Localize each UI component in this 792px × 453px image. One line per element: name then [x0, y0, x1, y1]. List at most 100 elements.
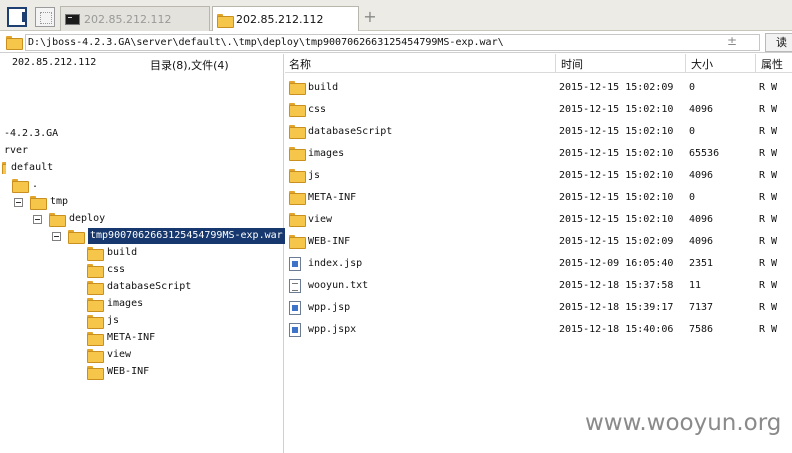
file-size: 7137 [689, 302, 714, 313]
file-attr: R W [759, 170, 778, 181]
file-name: WEB-INF [308, 236, 351, 247]
folder-icon [289, 213, 306, 227]
tree-node-server[interactable]: rver [4, 143, 28, 159]
file-size: 7586 [689, 324, 714, 335]
file-time: 2015-12-09 16:05:40 [559, 258, 674, 269]
tree-node-child[interactable]: view [87, 347, 131, 363]
tab-terminal[interactable]: 202.85.212.112 [60, 6, 210, 31]
tree-node-label: default [11, 162, 54, 173]
folder-icon [87, 315, 104, 329]
tab-terminal-label: 202.85.212.112 [84, 12, 172, 26]
file-name: wooyun.txt [308, 280, 369, 291]
file-name: databaseScript [308, 126, 393, 137]
file-row[interactable]: images 2015-12-15 15:02:10 65536 R W [285, 143, 792, 165]
file-size: 65536 [689, 148, 720, 159]
file-row[interactable]: wooyun.txt 2015-12-18 15:37:58 11 R W [285, 275, 792, 297]
tree-node-child[interactable]: css [87, 262, 125, 278]
tree-node-label: deploy [69, 213, 106, 224]
add-tab-button[interactable]: + [362, 8, 378, 26]
file-row[interactable]: META-INF 2015-12-15 15:02:10 0 R W [285, 187, 792, 209]
file-row[interactable]: build 2015-12-15 15:02:09 0 R W [285, 77, 792, 99]
tree-node-tmp[interactable]: tmp [14, 194, 68, 210]
file-size: 4096 [689, 170, 714, 181]
file-size: 0 [689, 126, 696, 137]
tree-node-dot[interactable]: . [12, 177, 38, 193]
file-attr: R W [759, 258, 778, 269]
text-file-icon [289, 279, 301, 293]
collapse-icon[interactable] [14, 197, 23, 207]
tree-node-label: -4.2.3.GA [4, 128, 59, 139]
tree-node-child[interactable]: images [87, 296, 143, 312]
folder-icon [289, 147, 306, 161]
folder-icon [87, 264, 104, 278]
folder-icon [87, 366, 104, 380]
file-size: 11 [689, 280, 702, 291]
file-size: 0 [689, 192, 696, 203]
directory-tree-pane: 202.85.212.112 目录(8),文件(4) -4.2.3.GA rve… [0, 54, 285, 453]
folder-icon [2, 162, 6, 174]
file-time: 2015-12-15 15:02:10 [559, 192, 674, 203]
tree-node-label: tmp [50, 196, 69, 207]
disabled-toolbar-button[interactable] [35, 7, 55, 27]
tab-bar: 202.85.212.112 202.85.212.112 + [0, 0, 792, 32]
jsp-file-icon [289, 257, 301, 271]
layout-toggle-button[interactable] [7, 7, 27, 27]
file-time: 2015-12-15 15:02:10 [559, 104, 674, 115]
tree-node-child[interactable]: META-INF [87, 330, 155, 346]
tree-node-child[interactable]: databaseScript [87, 279, 191, 295]
file-row[interactable]: css 2015-12-15 15:02:10 4096 R W [285, 99, 792, 121]
tree-node-deploy[interactable]: deploy [33, 211, 105, 227]
tree-node-label: META-INF [107, 332, 156, 343]
folder-icon [289, 191, 306, 205]
tree-node-label: view [107, 349, 132, 360]
file-row[interactable]: wpp.jsp 2015-12-18 15:39:17 7137 R W [285, 297, 792, 319]
folder-icon [12, 179, 29, 193]
file-row[interactable]: view 2015-12-15 15:02:10 4096 R W [285, 209, 792, 231]
folder-icon [289, 81, 306, 95]
path-bar: D:\jboss-4.2.3.GA\server\default\.\tmp\d… [0, 31, 792, 53]
file-row[interactable]: js 2015-12-15 15:02:10 4096 R W [285, 165, 792, 187]
tree-node-war[interactable]: tmp9007062663125454799MS-exp.war [52, 228, 285, 244]
file-size: 4096 [689, 236, 714, 247]
folder-icon [87, 349, 104, 363]
terminal-icon [65, 13, 80, 25]
file-size: 0 [689, 82, 696, 93]
tree-node-child[interactable]: WEB-INF [87, 364, 149, 380]
file-time: 2015-12-15 15:02:09 [559, 82, 674, 93]
column-header-attr[interactable]: 属性 [761, 56, 783, 72]
tree-node-label: . [32, 179, 39, 190]
file-size: 4096 [689, 214, 714, 225]
column-header-time[interactable]: 时间 [561, 56, 583, 72]
collapse-icon[interactable] [52, 231, 61, 241]
file-row[interactable]: wpp.jspx 2015-12-18 15:40:06 7586 R W [285, 319, 792, 341]
file-attr: R W [759, 104, 778, 115]
tab-file-manager-label: 202.85.212.112 [236, 13, 324, 26]
file-name: index.jsp [308, 258, 363, 269]
column-header-name[interactable]: 名称 [289, 56, 311, 72]
file-row[interactable]: databaseScript 2015-12-15 15:02:10 0 R W [285, 121, 792, 143]
file-size: 4096 [689, 104, 714, 115]
folder-icon [289, 103, 306, 117]
tree-node-default[interactable]: default [2, 160, 53, 176]
tab-file-manager[interactable]: 202.85.212.112 [212, 6, 359, 32]
path-history-spinner[interactable]: ± [727, 34, 737, 48]
file-name: META-INF [308, 192, 357, 203]
file-time: 2015-12-15 15:02:09 [559, 236, 674, 247]
path-input[interactable]: D:\jboss-4.2.3.GA\server\default\.\tmp\d… [25, 34, 760, 51]
file-time: 2015-12-15 15:02:10 [559, 170, 674, 181]
tree-node-label-selected: tmp9007062663125454799MS-exp.war [88, 228, 285, 244]
tree-node-child[interactable]: js [87, 313, 119, 329]
file-row[interactable]: index.jsp 2015-12-09 16:05:40 2351 R W [285, 253, 792, 275]
collapse-icon[interactable] [33, 214, 42, 224]
tree-node-label: css [107, 264, 126, 275]
file-size: 2351 [689, 258, 714, 269]
read-button[interactable]: 读 [765, 33, 792, 52]
column-header-size[interactable]: 大小 [691, 56, 713, 72]
tree-node-jboss[interactable]: -4.2.3.GA [4, 126, 58, 142]
folder-icon [49, 213, 66, 227]
file-row[interactable]: WEB-INF 2015-12-15 15:02:09 4096 R W [285, 231, 792, 253]
file-time: 2015-12-15 15:02:10 [559, 214, 674, 225]
tree-node-label: build [107, 247, 138, 258]
file-time: 2015-12-15 15:02:10 [559, 148, 674, 159]
tree-node-child[interactable]: build [87, 245, 137, 261]
